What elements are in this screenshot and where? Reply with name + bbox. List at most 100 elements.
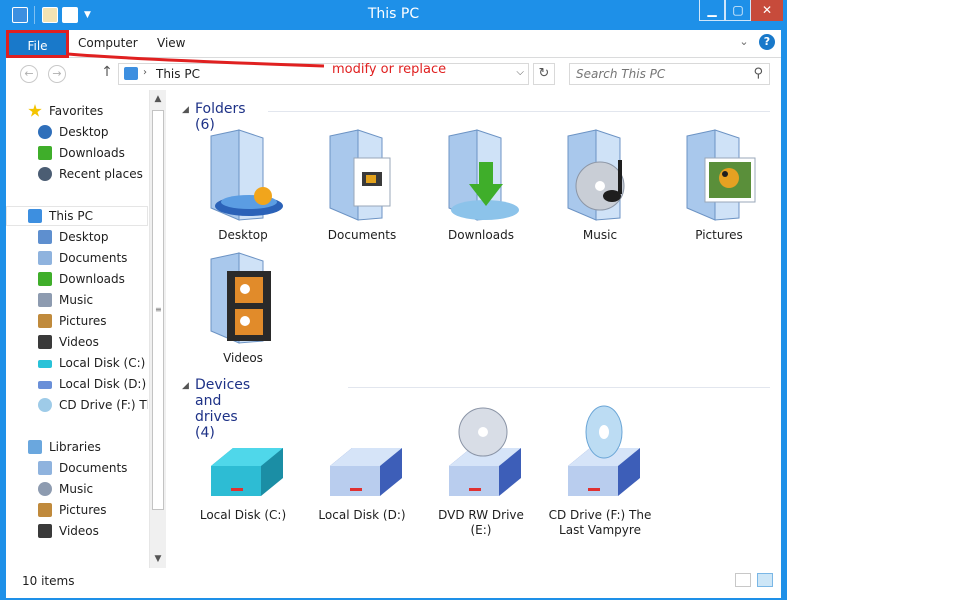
minimize-button[interactable]: ▁ <box>699 0 725 21</box>
local-disk-icon <box>211 448 283 496</box>
desktop-folder-icon <box>38 230 52 244</box>
nav-item-label: Pictures <box>59 503 107 517</box>
nav-item-label: CD Drive (F:) The <box>59 398 148 412</box>
favorites-star-icon <box>28 104 42 117</box>
nav-libraries[interactable]: Libraries <box>6 437 148 457</box>
dvd-drive-icon <box>449 407 521 496</box>
help-icon[interactable]: ? <box>759 34 775 50</box>
drive-tile-cd-drive-f[interactable]: CD Drive (F:) The Last Vampyre <box>545 402 655 542</box>
nav-item-recent-places[interactable]: Recent places <box>6 164 148 184</box>
nav-item-desktop[interactable]: Desktop <box>6 227 148 247</box>
scroll-down-icon[interactable]: ▼ <box>150 554 166 564</box>
folder-tile-pictures[interactable]: Pictures <box>664 128 774 246</box>
close-button[interactable]: ✕ <box>751 0 783 21</box>
nav-item-library-pictures[interactable]: Pictures <box>6 500 148 520</box>
documents-library-icon <box>38 461 52 475</box>
address-history-dropdown[interactable]: ⌵ <box>516 67 524 78</box>
annotation-text: modify or replace <box>332 62 447 77</box>
nav-this-pc[interactable]: This PC <box>6 206 148 226</box>
nav-item-library-documents[interactable]: Documents <box>6 458 148 478</box>
search-icon[interactable]: ⚲ <box>753 66 763 81</box>
nav-item-label: Documents <box>59 461 128 475</box>
tab-computer[interactable]: Computer <box>78 30 138 58</box>
nav-item-documents[interactable]: Documents <box>6 248 148 268</box>
recent-places-icon <box>38 167 52 181</box>
videos-folder-icon <box>38 335 52 349</box>
forward-button[interactable]: → <box>48 65 66 83</box>
nav-item-videos[interactable]: Videos <box>6 332 148 352</box>
nav-item-library-music[interactable]: Music <box>6 479 148 499</box>
nav-item-local-disk-d[interactable]: Local Disk (D:) <box>6 374 148 394</box>
navigation-pane: Favorites Desktop Downloads Recent place… <box>6 90 166 568</box>
status-bar: 10 items <box>6 568 781 598</box>
nav-item-label: Desktop <box>59 125 109 139</box>
large-icons-view-icon[interactable] <box>757 573 773 587</box>
search-box[interactable]: ⚲ <box>569 63 770 85</box>
collapse-group-icon[interactable]: ◢ <box>182 381 189 391</box>
collapse-group-icon[interactable]: ◢ <box>182 105 189 115</box>
downloads-folder-icon <box>38 272 52 286</box>
nav-favorites-label: Favorites <box>49 104 104 118</box>
refresh-button[interactable]: ↻ <box>533 63 555 85</box>
nav-item-library-videos[interactable]: Videos <box>6 521 148 541</box>
nav-favorites[interactable]: Favorites <box>6 101 148 121</box>
title-bar: ▼ This PC ▁ ▢ ✕ <box>0 0 787 30</box>
drive-tile-local-disk-d[interactable]: Local Disk (D:) <box>307 402 417 542</box>
nav-item-favorites-downloads[interactable]: Downloads <box>6 143 148 163</box>
nav-item-local-disk-c[interactable]: Local Disk (C:) <box>6 353 148 373</box>
nav-pane-scrollbar[interactable]: ▲ ≡ ▼ <box>149 90 166 568</box>
scroll-up-icon[interactable]: ▲ <box>150 94 166 104</box>
folder-tile-music[interactable]: Music <box>545 128 655 246</box>
folder-tile-documents[interactable]: Documents <box>307 128 417 246</box>
music-folder-icon <box>38 293 52 307</box>
nav-item-label: Videos <box>59 335 99 349</box>
nav-item-label: Music <box>59 482 94 496</box>
documents-folder-icon <box>329 129 391 221</box>
nav-item-downloads[interactable]: Downloads <box>6 269 148 289</box>
group-divider <box>348 387 770 388</box>
address-bar[interactable]: › This PC ⌵ <box>118 63 529 85</box>
nav-libraries-label: Libraries <box>49 440 101 454</box>
search-input[interactable] <box>574 66 744 82</box>
drive-label: Local Disk (D:) <box>318 508 406 522</box>
folder-label: Downloads <box>448 228 514 242</box>
nav-item-label: Music <box>59 293 94 307</box>
tab-view[interactable]: View <box>157 30 185 58</box>
nav-item-label: Local Disk (C:) <box>59 356 146 370</box>
drive-tile-dvd-rw-e[interactable]: DVD RW Drive (E:) <box>426 402 536 542</box>
maximize-button[interactable]: ▢ <box>725 0 751 21</box>
expand-ribbon-icon[interactable]: ⌄ <box>737 35 751 49</box>
drive-label: Local Disk (C:) <box>199 508 287 522</box>
nav-item-label: Downloads <box>59 146 125 160</box>
content-pane: ◢ Folders (6) Desktop Documents Download… <box>168 90 780 568</box>
downloads-folder-icon <box>448 129 519 221</box>
pictures-library-icon <box>38 503 52 517</box>
cd-drive-icon <box>38 398 52 412</box>
nav-item-music[interactable]: Music <box>6 290 148 310</box>
this-pc-icon <box>28 209 42 223</box>
folder-tile-desktop[interactable]: Desktop <box>188 128 298 246</box>
nav-item-label: Videos <box>59 524 99 538</box>
back-button[interactable]: ← <box>20 65 38 83</box>
file-tab[interactable]: File <box>6 30 69 58</box>
item-count: 10 items <box>22 574 75 588</box>
folder-tile-videos[interactable]: Videos <box>188 251 298 369</box>
folder-tile-downloads[interactable]: Downloads <box>426 128 536 246</box>
this-pc-icon <box>124 67 138 80</box>
drive-label: CD Drive (F:) The Last Vampyre <box>548 508 652 537</box>
drive-tile-local-disk-c[interactable]: Local Disk (C:) <box>188 402 298 542</box>
up-button[interactable]: ↑ <box>100 64 114 80</box>
folder-label: Videos <box>223 351 263 365</box>
nav-item-label: Pictures <box>59 314 107 328</box>
breadcrumb-this-pc[interactable]: This PC <box>156 67 200 81</box>
breadcrumb-separator[interactable]: › <box>143 67 147 78</box>
details-view-icon[interactable] <box>735 573 751 587</box>
nav-item-cd-drive-f[interactable]: CD Drive (F:) The <box>6 395 148 415</box>
nav-item-pictures[interactable]: Pictures <box>6 311 148 331</box>
ribbon-tabs: File Computer View ⌄ ? <box>6 30 781 58</box>
nav-item-favorites-desktop[interactable]: Desktop <box>6 122 148 142</box>
desktop-folder-icon <box>210 129 283 221</box>
scrollbar-thumb[interactable]: ≡ <box>152 110 164 510</box>
group-divider <box>268 111 770 112</box>
videos-library-icon <box>38 524 52 538</box>
